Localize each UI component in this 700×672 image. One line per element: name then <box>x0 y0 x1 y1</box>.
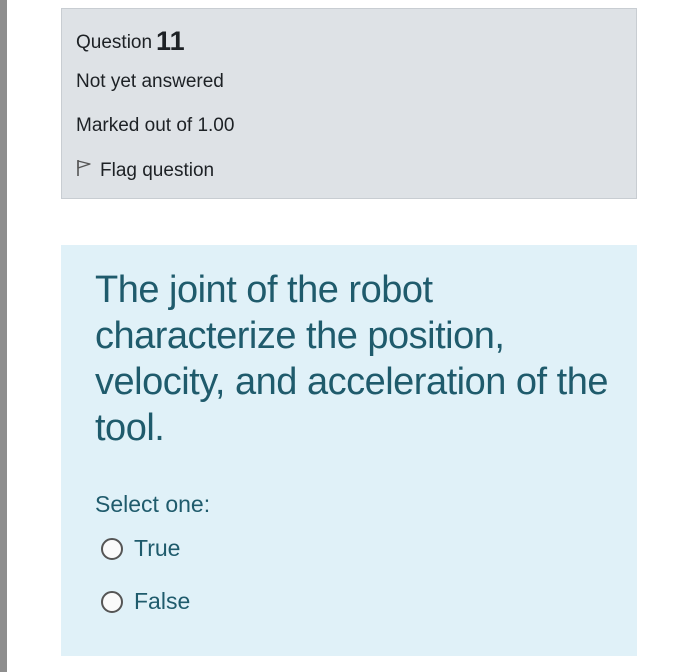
answer-option-false[interactable]: False <box>101 588 190 615</box>
question-number: 11 <box>156 26 185 56</box>
question-info-panel: Question 11 Not yet answered Marked out o… <box>61 8 637 199</box>
flag-question-label: Flag question <box>100 160 215 181</box>
answer-label-true: True <box>134 535 181 561</box>
question-text: The joint of the robot characterize the … <box>95 269 609 449</box>
question-content-panel: The joint of the robot characterize the … <box>61 245 637 656</box>
question-grade: Marked out of 1.00 <box>76 115 235 136</box>
answer-label-false: False <box>134 588 191 614</box>
question-label: Question <box>76 32 153 53</box>
question-title: Question 11 <box>76 26 185 57</box>
left-edge-bar <box>0 0 7 672</box>
question-state: Not yet answered <box>76 71 224 92</box>
answer-option-true[interactable]: True <box>101 535 180 562</box>
flag-question-link[interactable]: Flag question <box>76 159 214 183</box>
radio-button-false[interactable] <box>101 590 123 613</box>
flag-outline-icon <box>76 159 100 183</box>
select-one-prompt: Select one: <box>95 491 211 517</box>
radio-button-true[interactable] <box>101 537 123 560</box>
